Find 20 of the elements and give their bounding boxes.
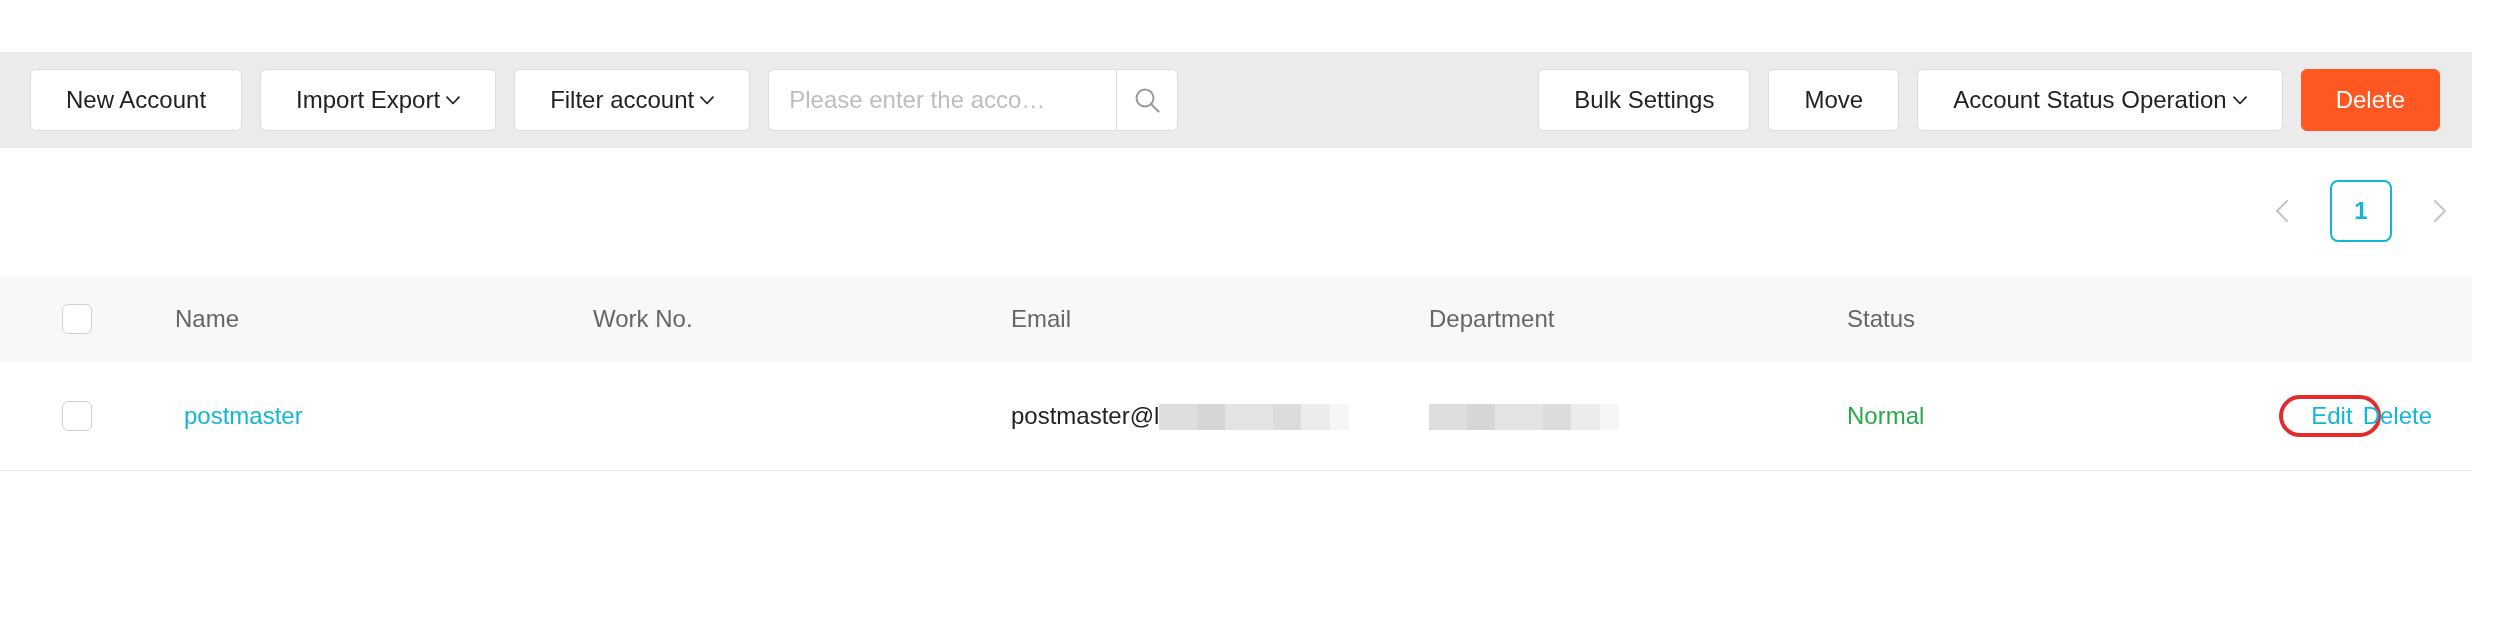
column-header: Email [1011, 305, 1071, 332]
email-text: postmaster@l [1011, 401, 1160, 429]
status-text: Normal [1847, 401, 1925, 429]
toolbar-button[interactable]: Filter account [514, 69, 751, 131]
column-header: Work No. [593, 305, 693, 332]
previous-page-icon[interactable] [2274, 199, 2290, 223]
column-header: Status [1847, 305, 1916, 332]
select-all-checkbox[interactable] [62, 304, 92, 334]
column-header: Department [1429, 305, 1555, 332]
search-button[interactable] [1116, 69, 1179, 131]
toolbar-button[interactable]: Import Export [260, 69, 497, 131]
row-checkbox[interactable] [62, 400, 92, 431]
toolbar-button[interactable]: New Account [30, 69, 243, 131]
toolbar-button[interactable]: Move [1768, 69, 1900, 131]
toolbar-button[interactable]: Account Status Operation [1917, 69, 2283, 131]
search-field[interactable]: Please enter the acco… [768, 69, 1117, 131]
toolbar-button[interactable]: Bulk Settings [1538, 69, 1751, 131]
search-icon [1134, 87, 1161, 113]
next-page-icon[interactable] [2432, 199, 2448, 223]
column-header: Name [175, 305, 240, 332]
